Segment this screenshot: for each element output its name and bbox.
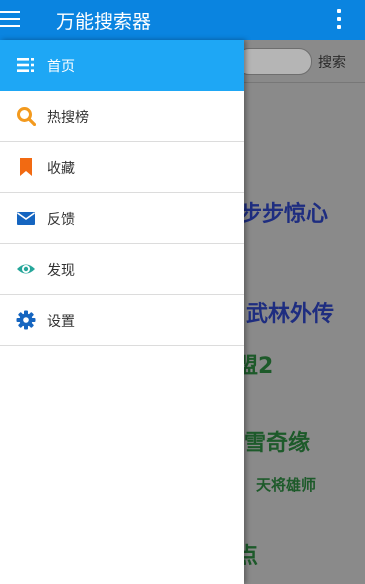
drawer-item-label: 发现 <box>47 263 75 279</box>
result-item[interactable]: 步步惊心 <box>240 196 328 228</box>
result-item[interactable]: 武林外传 <box>246 296 334 328</box>
search-icon <box>17 107 36 126</box>
drawer-item-feedback[interactable]: 反馈 <box>0 193 244 244</box>
drawer-item-favorites[interactable]: 收藏 <box>0 142 244 193</box>
search-input[interactable] <box>236 48 312 75</box>
drawer-item-label: 收藏 <box>47 161 75 177</box>
drawer-item-hot-search[interactable]: 热搜榜 <box>0 91 244 142</box>
drawer-item-home[interactable]: 首页 <box>0 40 244 91</box>
result-item[interactable]: 天将雄师 <box>256 474 316 495</box>
hamburger-menu-icon[interactable] <box>0 11 20 29</box>
mail-icon <box>17 212 35 225</box>
bookmark-icon <box>20 158 32 176</box>
drawer-item-label: 首页 <box>47 59 75 75</box>
drawer-item-settings[interactable]: 设置 <box>0 295 244 346</box>
drawer-item-label: 反馈 <box>47 212 75 228</box>
app-title: 万能搜索器 <box>56 11 152 33</box>
navigation-drawer: 首页 热搜榜 收藏 反馈 发现 设置 <box>0 40 244 584</box>
drawer-item-discover[interactable]: 发现 <box>0 244 244 295</box>
list-icon <box>17 58 34 72</box>
search-button[interactable]: 搜索 <box>318 52 346 72</box>
eye-icon <box>17 264 35 274</box>
gear-icon <box>16 310 36 330</box>
app-bar: 万能搜索器 <box>0 0 365 40</box>
drawer-item-label: 热搜榜 <box>47 110 89 126</box>
drawer-item-label: 设置 <box>47 314 75 330</box>
overflow-menu-icon[interactable] <box>337 9 341 31</box>
result-item[interactable]: 雪奇缘 <box>244 425 310 457</box>
